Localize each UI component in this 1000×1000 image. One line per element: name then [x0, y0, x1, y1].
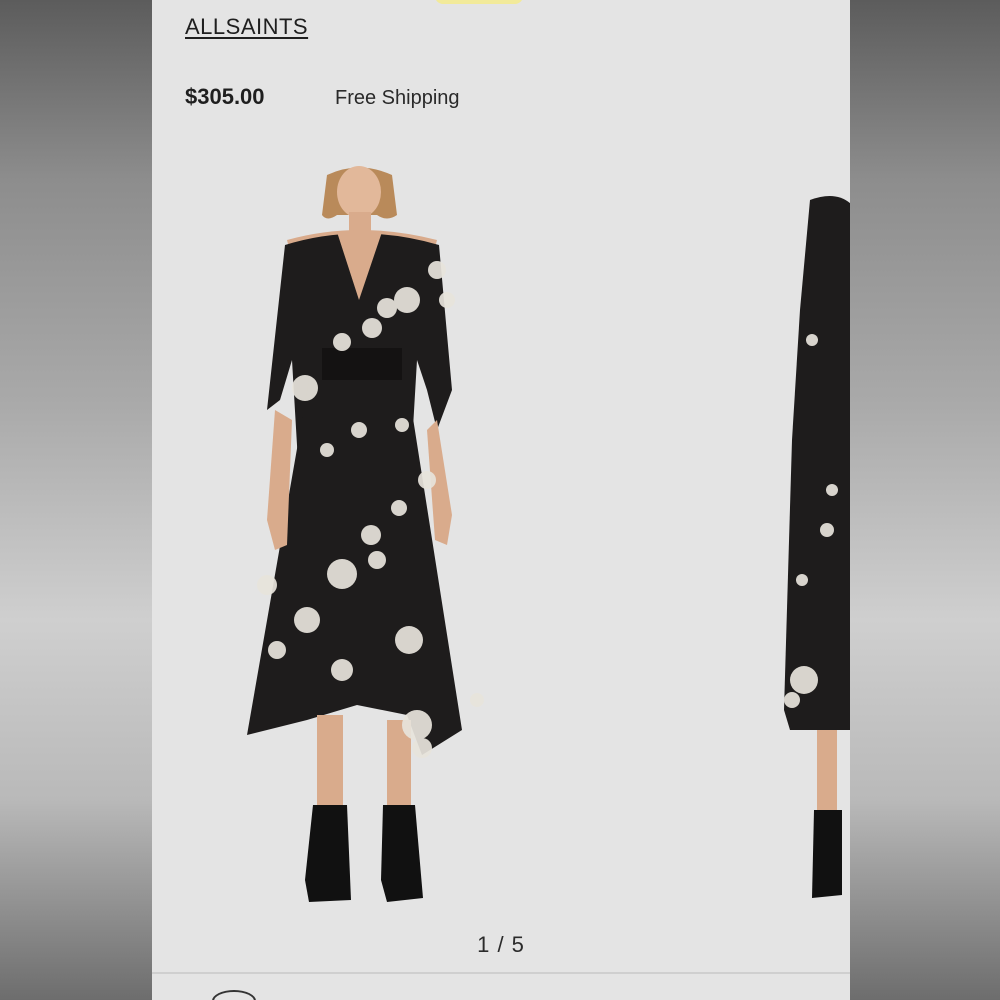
product-price: $305.00	[185, 84, 265, 109]
product-image-next[interactable]	[782, 190, 850, 910]
product-page: ALLSAINTS $305.00 Free Shipping 1 / 5	[152, 0, 850, 1000]
status-indicator	[435, 0, 523, 4]
blurred-margin-left	[0, 0, 152, 1000]
brand-link[interactable]: ALLSAINTS	[185, 14, 308, 40]
section-divider	[152, 972, 850, 974]
partial-icon	[212, 990, 256, 1000]
image-carousel[interactable]	[152, 150, 850, 930]
product-image-main[interactable]	[247, 160, 507, 910]
shipping-info: Free Shipping	[335, 87, 460, 109]
image-counter: 1 / 5	[477, 932, 525, 957]
blurred-margin-right	[850, 0, 1000, 1000]
